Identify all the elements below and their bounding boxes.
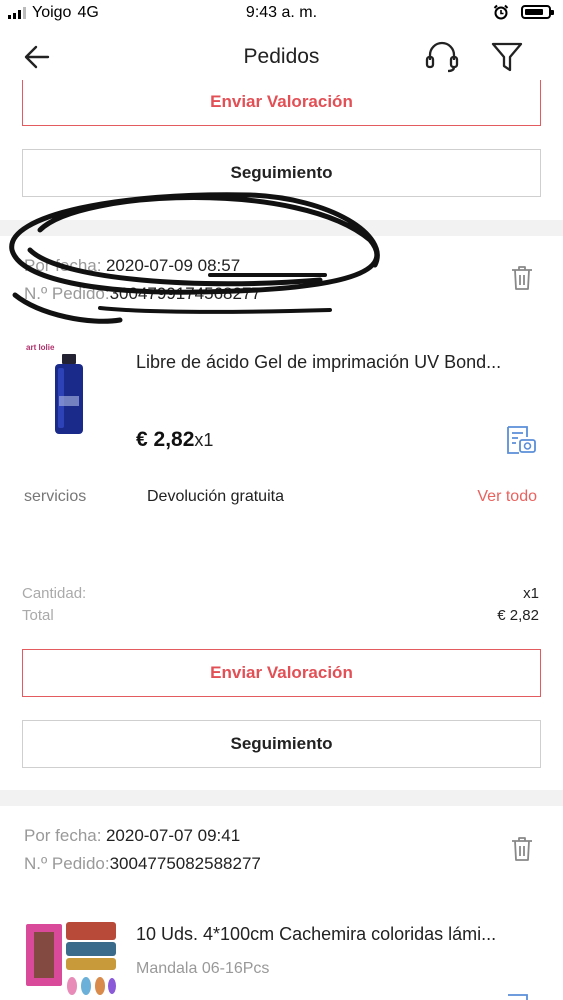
tracking-button[interactable]: Seguimiento xyxy=(22,720,541,768)
status-bar: Yoigo 4G 9:43 a. m. xyxy=(0,0,563,28)
price-quantity: x1 xyxy=(194,430,214,450)
price-value: € 2,82 xyxy=(136,428,195,451)
send-review-button[interactable]: Enviar Valoración xyxy=(22,649,541,697)
order-date-value: 2020-07-09 08:57 xyxy=(105,256,241,275)
brand-logo: art lolie xyxy=(26,343,55,352)
order-number: N.º Pedido:3004775082588277 xyxy=(24,854,261,874)
order-number: N.º Pedido:3004799174568277 xyxy=(24,284,261,304)
view-all-link[interactable]: Ver todo xyxy=(477,488,537,506)
product-variant: Mandala 06-16Pcs xyxy=(136,960,270,977)
order-number-value: 3004799174568277 xyxy=(109,284,261,303)
order-date: Por fecha: 2020-07-07 09:41 xyxy=(24,826,240,846)
filter-icon[interactable] xyxy=(490,41,524,73)
order-date: Por fecha: 2020-07-09 08:57 xyxy=(24,256,240,276)
send-review-button[interactable]: Enviar Valoración xyxy=(22,80,541,126)
section-divider xyxy=(0,220,563,236)
tracking-button[interactable]: Seguimiento xyxy=(22,149,541,197)
services-value: Devolución gratuita xyxy=(147,488,284,505)
services-label: servicios xyxy=(24,488,87,505)
order-number-value: 3004775082588277 xyxy=(109,854,261,873)
alarm-icon xyxy=(493,4,509,20)
scribble-overlay xyxy=(9,192,380,324)
quantity-label: Cantidad: xyxy=(22,585,87,602)
total-value: € 2,82 xyxy=(497,607,539,624)
order-date-label: Por fecha: xyxy=(24,256,102,275)
product-price: € 2,82x1 xyxy=(136,428,213,452)
total-label: Total xyxy=(22,607,54,624)
section-divider xyxy=(0,790,563,806)
order-date-value: 2020-07-07 09:41 xyxy=(105,826,241,845)
order-number-label: N.º Pedido: xyxy=(24,284,110,303)
status-right xyxy=(493,4,554,20)
product-thumbnail[interactable]: art lolie xyxy=(22,340,112,440)
quantity-value: x1 xyxy=(523,585,539,602)
page-title: Pedidos xyxy=(243,45,320,68)
headset-icon[interactable] xyxy=(424,40,460,74)
trash-icon[interactable] xyxy=(510,836,534,862)
receipt-camera-icon[interactable] xyxy=(505,424,537,456)
order-date-label: Por fecha: xyxy=(24,826,102,845)
order-number-label: N.º Pedido: xyxy=(24,854,110,873)
product-title[interactable]: 10 Uds. 4*100cm Cachemira coloridas lámi… xyxy=(136,924,541,945)
battery-icon xyxy=(521,5,554,19)
status-time: 9:43 a. m. xyxy=(245,4,318,21)
product-thumbnail[interactable] xyxy=(22,918,120,1000)
nav-bar: Pedidos xyxy=(0,28,563,86)
product-title[interactable]: Libre de ácido Gel de imprimación UV Bon… xyxy=(136,352,541,373)
trash-icon[interactable] xyxy=(510,265,534,291)
receipt-camera-icon[interactable] xyxy=(505,992,537,1000)
